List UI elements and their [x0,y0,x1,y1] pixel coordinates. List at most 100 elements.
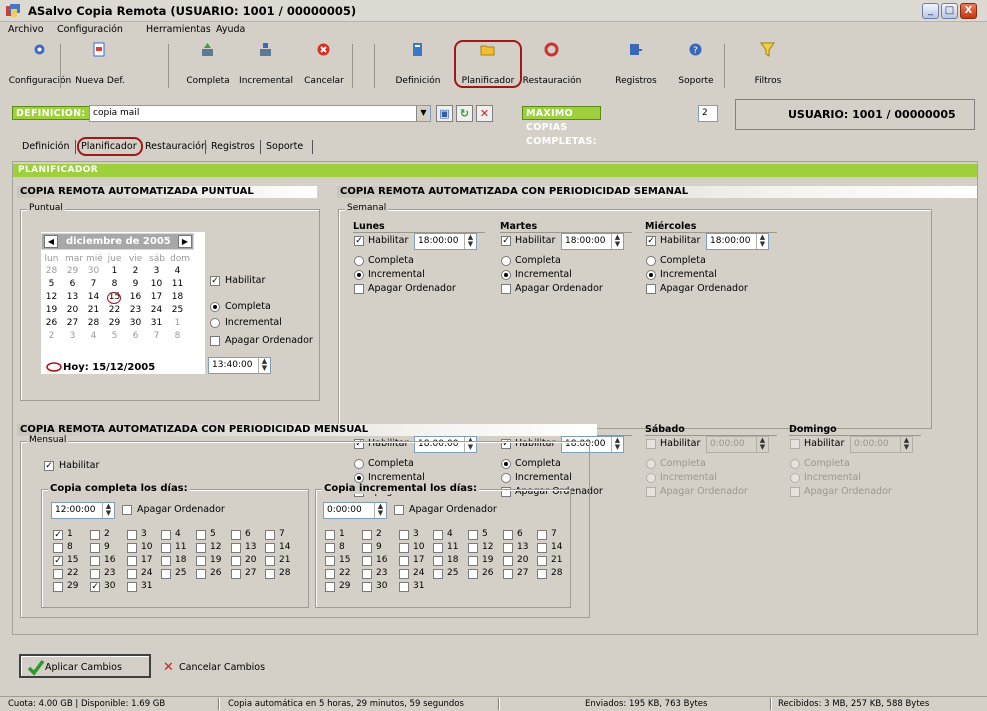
calendar-day[interactable]: 6 [128,331,143,341]
monthly-full-day-checkbox[interactable] [53,543,63,553]
weekday-incremental-radio-lunes[interactable] [354,270,364,280]
monthly-full-day-checkbox[interactable]: ✓ [90,582,100,592]
monthly-full-day-checkbox[interactable] [53,569,63,579]
menu-herramientas[interactable]: Herramientas [146,24,211,35]
spinner-icon[interactable]: ▲ ▼ [464,234,476,249]
calendar-day[interactable]: 6 [65,279,80,289]
tab-definicion[interactable]: Definición [22,141,70,152]
monthly-incremental-day-checkbox[interactable] [399,543,409,553]
monthly-full-day-checkbox[interactable]: ✓ [53,556,63,566]
menu-configuracion[interactable]: Configuración [57,24,123,35]
calendar-day[interactable]: 13 [65,292,80,302]
monthly-incremental-day-checkbox[interactable] [362,530,372,540]
save-definition-icon[interactable]: ▣ [436,105,453,122]
monthly-full-day-checkbox[interactable] [196,556,206,566]
monthly-incremental-day-checkbox[interactable] [433,543,443,553]
calendar-day[interactable]: 26 [44,318,59,328]
calendar-day[interactable]: 2 [128,266,143,276]
monthly-full-day-checkbox[interactable] [127,543,137,553]
monthly-full-day-checkbox[interactable] [161,556,171,566]
refresh-icon[interactable]: ↻ [456,105,473,122]
weekday-shutdown-checkbox-martes[interactable] [501,284,511,294]
monthly-incremental-day-checkbox[interactable] [468,543,478,553]
monthly-full-day-checkbox[interactable] [127,569,137,579]
puntual-time-input[interactable]: 13:40:00 ▲ ▼ [208,357,271,374]
calendar-day[interactable]: 14 [86,292,101,302]
calendar-day[interactable]: 5 [44,279,59,289]
calendar-day[interactable]: 3 [149,266,164,276]
calendar-day[interactable]: 29 [107,318,122,328]
prev-month-icon[interactable]: ◀ [44,235,58,248]
calendar-day[interactable]: 4 [86,331,101,341]
calendar-day[interactable]: 23 [128,305,143,315]
spinner-icon[interactable]: ▲ ▼ [611,234,623,249]
monthly-full-day-checkbox[interactable] [127,582,137,592]
monthly-incremental-day-checkbox[interactable] [537,556,547,566]
next-month-icon[interactable]: ▶ [178,235,192,248]
toolbar-nueva-def-button[interactable]: Nueva Def. [68,38,132,92]
weekday-enable-checkbox-martes[interactable]: ✓ [501,236,511,246]
puntual-shutdown-checkbox[interactable] [210,336,220,346]
calendar-day[interactable]: 19 [44,305,59,315]
toolbar-incremental-button[interactable]: Incremental [234,38,298,92]
calendar-day[interactable]: 27 [65,318,80,328]
calendar-day[interactable]: 1 [107,266,122,276]
monthly-full-day-checkbox[interactable] [231,569,241,579]
monthly-incremental-day-checkbox[interactable] [503,556,513,566]
monthly-incremental-day-checkbox[interactable] [468,530,478,540]
weekday-time-input-martes[interactable]: 18:00:00 ▲ ▼ [561,233,624,250]
weekday-full-radio-lunes[interactable] [354,256,364,266]
monthly-full-day-checkbox[interactable] [161,569,171,579]
monthly-full-day-checkbox[interactable] [127,530,137,540]
monthly-incremental-day-checkbox[interactable] [325,569,335,579]
toolbar-filtros-button[interactable]: Filtros [736,38,800,92]
monthly-full-day-checkbox[interactable] [53,582,63,592]
weekday-enable-checkbox-domingo[interactable] [790,439,800,449]
weekday-time-input-sábado[interactable]: 0:00:00 ▲ ▼ [706,436,769,453]
weekday-time-input-lunes[interactable]: 18:00:00 ▲ ▼ [414,233,477,250]
calendar-day[interactable]: 24 [149,305,164,315]
calendar-day[interactable]: 2 [44,331,59,341]
spinner-icon[interactable]: ▲ ▼ [611,437,623,452]
monthly-full-day-checkbox[interactable] [231,530,241,540]
monthly-full-day-checkbox[interactable] [127,556,137,566]
monthly-incremental-day-checkbox[interactable] [362,556,372,566]
monthly-incremental-day-checkbox[interactable] [399,530,409,540]
apply-changes-button[interactable]: Aplicar Cambios [19,654,151,678]
max-copies-input[interactable]: 2 [698,105,718,122]
calendar-day[interactable]: 31 [149,318,164,328]
monthly-full-day-checkbox[interactable] [90,530,100,540]
monthly-incremental-day-checkbox[interactable] [468,569,478,579]
monthly-full-day-checkbox[interactable] [265,556,275,566]
monthly-incremental-day-checkbox[interactable] [537,543,547,553]
weekday-shutdown-checkbox-domingo[interactable] [790,487,800,497]
monthly-incremental-day-checkbox[interactable] [362,569,372,579]
toolbar-cancelar-button[interactable]: Cancelar [292,38,356,92]
weekday-shutdown-checkbox-lunes[interactable] [354,284,364,294]
weekday-enable-checkbox-sábado[interactable] [646,439,656,449]
chevron-down-icon[interactable]: ▼ [416,106,430,121]
monthly-incremental-time-input[interactable]: 0:00:00 ▲ ▼ [323,502,387,519]
monthly-incremental-day-checkbox[interactable] [468,556,478,566]
monthly-incremental-day-checkbox[interactable] [503,530,513,540]
tab-soporte[interactable]: Soporte [266,141,303,152]
toolbar-registros-button[interactable]: Registros [604,38,668,92]
mensual-enable-checkbox[interactable]: ✓ [44,461,54,471]
weekday-incremental-radio-miércoles[interactable] [646,270,656,280]
puntual-enable-checkbox[interactable]: ✓ [210,276,220,286]
monthly-full-shutdown-checkbox[interactable] [122,505,132,515]
calendar-day[interactable]: 28 [44,266,59,276]
monthly-full-day-checkbox[interactable] [90,556,100,566]
tab-restauracion[interactable]: Restauración [145,141,207,152]
definition-select[interactable]: copia mail ▼ [89,105,431,122]
monthly-full-day-checkbox[interactable] [196,543,206,553]
monthly-incremental-day-checkbox[interactable] [325,556,335,566]
monthly-incremental-day-checkbox[interactable] [399,556,409,566]
calendar-day[interactable]: 22 [107,305,122,315]
toolbar-completa-button[interactable]: Completa [176,38,240,92]
calendar-day[interactable]: 11 [170,279,185,289]
calendar-day[interactable]: 3 [65,331,80,341]
weekday-full-radio-martes[interactable] [501,256,511,266]
maximize-button[interactable]: □ [941,3,958,19]
calendar-day[interactable]: 29 [65,266,80,276]
